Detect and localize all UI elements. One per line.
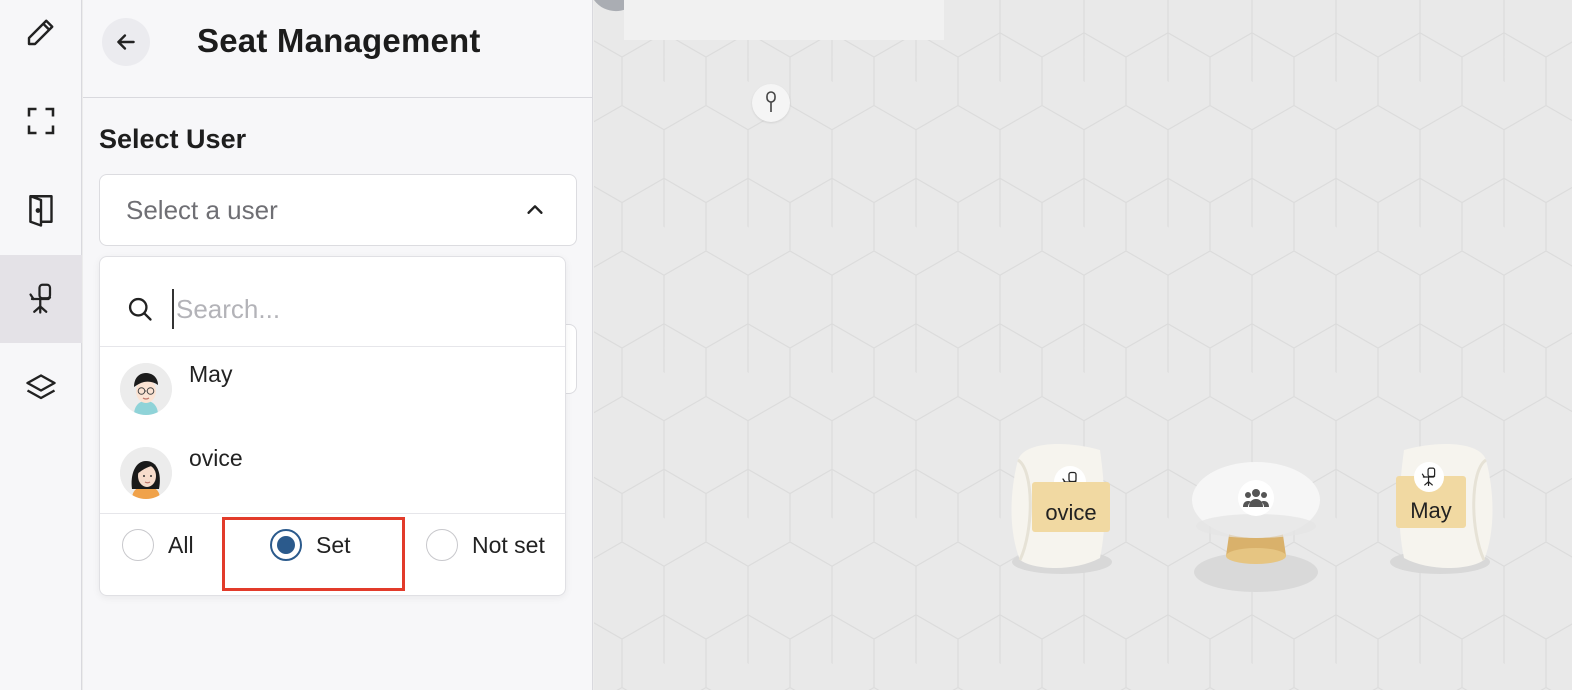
avatar [120,447,172,499]
layers-button[interactable] [0,345,82,433]
page-title: Seat Management [197,22,481,59]
panel-header: Seat Management [83,0,592,98]
user-select[interactable]: Select a user [99,174,577,246]
radio-circle[interactable] [122,529,154,561]
user-name: ovice [189,445,243,471]
space-canvas[interactable]: ovice May [594,0,1572,690]
radio-label: All [168,531,194,558]
search-row [100,257,565,347]
door-icon [29,195,53,227]
search-icon [128,297,152,321]
hex-grid [594,0,1572,690]
search-input[interactable] [172,289,532,329]
group-icon [1238,480,1274,516]
layers-icon [26,374,56,400]
user-select-placeholder: Select a user [126,195,278,225]
radio-label: Not set [472,531,545,558]
filter-radio-all[interactable]: All [122,529,194,561]
arrow-left-icon [117,34,135,50]
pencil-icon [27,19,54,46]
user-option-may[interactable]: May [100,347,565,431]
office-chair-icon [1414,462,1444,492]
avatar [120,363,172,415]
office-chair-icon [29,283,52,314]
user-name: May [189,361,233,387]
radio-circle[interactable] [426,529,458,561]
highlight-box [222,517,405,591]
seat-button[interactable] [0,255,82,343]
select-user-label: Select User [99,124,247,154]
icon-rail [0,0,82,690]
fullscreen-button[interactable] [0,77,82,165]
microphone-icon[interactable] [752,84,790,122]
top-strip [624,0,944,40]
back-button[interactable] [102,18,150,66]
user-option-ovice[interactable]: ovice [100,431,565,515]
seat-label-ovice: ovice [1032,482,1110,532]
door-button[interactable] [0,165,82,253]
edit-button[interactable] [0,0,82,76]
chevron-up-icon [527,205,543,214]
fullscreen-icon [27,107,55,135]
filter-radio-not-set[interactable]: Not set [426,529,545,561]
